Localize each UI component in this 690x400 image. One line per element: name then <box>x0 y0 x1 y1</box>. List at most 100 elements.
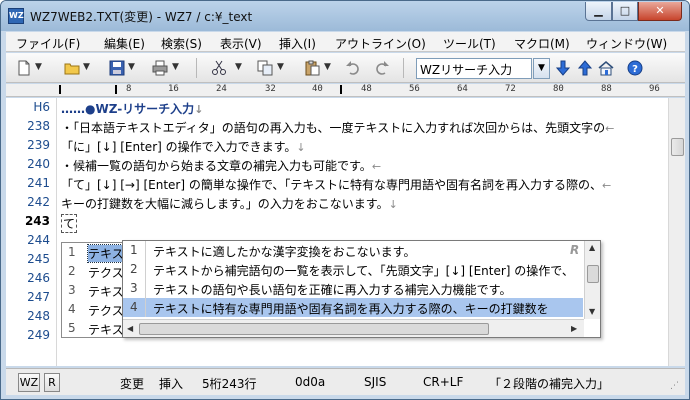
completion-number: 2 <box>130 262 138 276</box>
popup-vertical-scrollbar[interactable]: ▲ ▼ <box>584 241 600 319</box>
eol-mark: ← <box>605 122 615 135</box>
new-file-dropdown-icon[interactable]: ▼ <box>35 62 42 72</box>
menu-tools[interactable]: ツール(T) <box>443 35 496 52</box>
candidate-item[interactable]: 1 テキス <box>62 243 128 263</box>
minimize-button[interactable]: ▁ <box>585 2 612 21</box>
first-stage-candidate-list[interactable]: 1 テキス 2 テクス 3 テキス 4 テクス 5 テキス <box>61 242 129 338</box>
candidate-item[interactable]: 4 テクス <box>62 300 128 319</box>
insert-mode-status[interactable]: 挿入 <box>159 375 183 392</box>
redo-icon[interactable] <box>374 60 390 76</box>
new-file-icon[interactable] <box>16 60 32 76</box>
save-icon[interactable] <box>109 60 125 76</box>
completion-number: 3 <box>130 281 138 295</box>
popup-horizontal-scrollbar[interactable]: ◀ ▶ <box>123 319 584 337</box>
column-divider <box>145 279 146 298</box>
scroll-up-icon[interactable]: ▲ <box>589 243 595 252</box>
scroll-left-icon[interactable]: ◀ <box>127 324 133 333</box>
scrollbar-thumb[interactable] <box>671 138 684 156</box>
print-dropdown-icon[interactable]: ▼ <box>172 62 179 72</box>
r-status-button[interactable]: R <box>44 373 60 392</box>
completion-item-selected[interactable]: 4 テキストに特有な専門用語や固有名詞を再入力する際の、キーの打鍵数を <box>123 298 583 317</box>
cut-dropdown-icon[interactable]: ▼ <box>235 62 242 72</box>
home-icon[interactable] <box>598 60 614 76</box>
open-dropdown-icon[interactable]: ▼ <box>83 62 90 72</box>
save-dropdown-icon[interactable]: ▼ <box>128 62 135 72</box>
undo-icon[interactable] <box>345 60 361 76</box>
ruler-number: 72 <box>505 84 516 94</box>
candidate-item[interactable]: 2 テクス <box>62 262 128 281</box>
line-number: 245 <box>27 252 50 266</box>
line-number: 249 <box>27 328 50 342</box>
paste-dropdown-icon[interactable]: ▼ <box>324 62 331 72</box>
editor-vertical-scrollbar[interactable] <box>668 98 685 366</box>
maximize-button[interactable]: □ <box>612 2 638 21</box>
wz-status-button[interactable]: WZ <box>18 373 40 392</box>
newline-status[interactable]: CR+LF <box>423 375 463 389</box>
search-prev-icon[interactable] <box>577 60 593 76</box>
title-bar[interactable]: WZ WZ7WEB2.TXT(変更) - WZ7 / c:¥_text ▁ □ … <box>1 1 689 31</box>
open-folder-icon[interactable] <box>64 60 80 76</box>
copy-dropdown-icon[interactable]: ▼ <box>277 62 284 72</box>
menu-outline[interactable]: アウトライン(O) <box>335 35 426 52</box>
candidate-number: 5 <box>68 321 76 335</box>
cursor-position-status[interactable]: 5桁243行 <box>202 375 257 392</box>
copy-icon[interactable] <box>257 60 273 76</box>
candidate-number: 1 <box>68 245 76 259</box>
text-line-current[interactable]: て <box>61 214 78 233</box>
cut-icon[interactable] <box>211 60 227 76</box>
search-next-icon[interactable] <box>555 60 571 76</box>
text-line[interactable]: ・候補一覧の語句から始まる文章の補完入力も可能です。← <box>61 157 381 174</box>
menu-view[interactable]: 表示(V) <box>220 35 262 52</box>
ruler-number: 8 <box>126 84 132 94</box>
research-dropdown-button[interactable]: ▼ <box>533 58 550 79</box>
menu-file[interactable]: ファイル(F) <box>16 35 80 52</box>
completion-text: テキストから補完語句の一覧を表示して、「先頭文字」[↓] [Enter] の操作… <box>153 264 574 278</box>
completion-item[interactable]: 2 テキストから補完語句の一覧を表示して、「先頭文字」[↓] [Enter] の… <box>123 260 583 279</box>
candidate-text: テクス <box>88 266 124 280</box>
menu-bar: ファイル(F) 編集(E) 検索(S) 表示(V) 挿入(I) アウトライン(O… <box>6 32 685 52</box>
completion-item[interactable]: 1 テキストに適したかな漢字変換をおこないます。 R <box>123 241 583 260</box>
text-line[interactable]: ・「日本語テキストエディタ」の語句の再入力も、一度テキストに入力すれば次回からは… <box>61 119 614 136</box>
char-code-status: 0d0a <box>295 375 326 389</box>
ruler-number: 16 <box>168 84 179 94</box>
eol-mark: ↓ <box>194 103 204 116</box>
menu-window[interactable]: ウィンドウ(W) <box>586 35 667 52</box>
window-title: WZ7WEB2.TXT(変更) - WZ7 / c:¥_text <box>30 10 253 24</box>
popup-scroll-thumb[interactable] <box>587 265 599 283</box>
resize-grip-icon[interactable]: ⋰ <box>670 381 679 391</box>
menu-insert[interactable]: 挿入(I) <box>279 35 316 52</box>
ruler-right-margin-marker[interactable] <box>340 85 342 94</box>
ruler-number: 80 <box>553 84 564 94</box>
encoding-status[interactable]: SJIS <box>364 375 386 389</box>
toolbar-separator <box>403 58 404 78</box>
status-bar: WZ R 変更 挿入 5桁243行 0d0a SJIS CR+LF 「２段階の補… <box>6 368 685 395</box>
candidate-item[interactable]: 5 テキス <box>62 319 128 337</box>
print-icon[interactable] <box>152 60 168 76</box>
completion-number: 4 <box>130 300 138 314</box>
scroll-right-icon[interactable]: ▶ <box>571 324 577 333</box>
ruler-left-margin-marker[interactable] <box>59 85 61 94</box>
ruler-number: 32 <box>265 84 276 94</box>
paste-icon[interactable] <box>304 60 320 76</box>
text-line[interactable]: 「に」[↓] [Enter] の操作で入力できます。↓ <box>61 138 306 155</box>
text-line[interactable]: 「て」[↓] [→] [Enter] の簡単な操作で、「テキストに特有な専門用語… <box>61 176 611 193</box>
ruler[interactable]: 8 16 24 32 40 48 56 64 72 80 88 96 <box>6 84 685 97</box>
help-icon[interactable]: ? <box>627 60 643 76</box>
research-input[interactable]: WZリサーチ入力 <box>416 58 532 79</box>
app-icon[interactable]: WZ <box>8 8 24 24</box>
scroll-down-icon[interactable]: ▼ <box>589 307 595 316</box>
menu-search[interactable]: 検索(S) <box>161 35 202 52</box>
ruler-cursor-marker <box>115 85 117 94</box>
ruler-number: 48 <box>361 84 372 94</box>
popup-hscroll-thumb[interactable] <box>139 323 489 335</box>
candidate-item[interactable]: 3 テキス <box>62 281 128 300</box>
completion-item[interactable]: 3 テキストの語句や長い語句を正確に再入力する補完入力機能です。 <box>123 279 583 298</box>
text-line-heading[interactable]: ……●WZ-リサーチ入力↓ <box>61 100 203 117</box>
close-button[interactable]: ✕ <box>638 2 682 21</box>
ruler-number: 64 <box>457 84 468 94</box>
menu-macro[interactable]: マクロ(M) <box>514 35 570 52</box>
line-number: 248 <box>27 309 50 323</box>
completion-candidate-popup[interactable]: 1 テキストに適したかな漢字変換をおこないます。 R 2 テキストから補完語句の… <box>122 240 601 338</box>
menu-edit[interactable]: 編集(E) <box>104 35 145 52</box>
text-line[interactable]: キーの打鍵数を大幅に減らします。」の入力をおこないます。↓ <box>61 195 398 212</box>
